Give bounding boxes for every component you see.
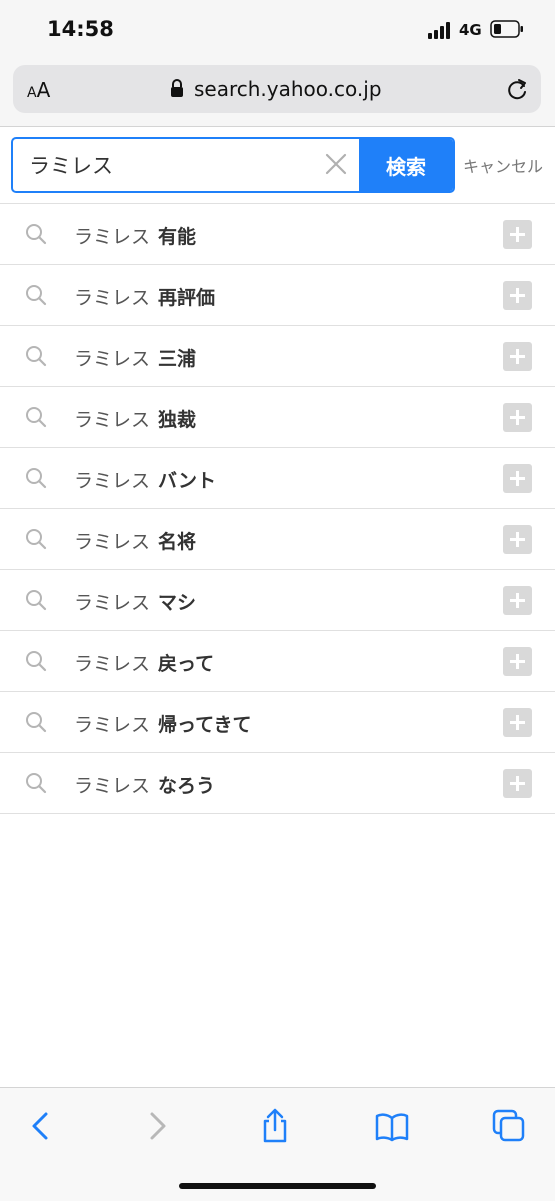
suggestion-suffix: 三浦	[158, 348, 197, 370]
suggestion-suffix: 帰ってきて	[158, 714, 252, 736]
suggestion-suffix: 再評価	[158, 287, 216, 309]
plus-icon[interactable]	[503, 647, 532, 676]
forward-icon	[150, 1112, 166, 1140]
suggestion-suffix: 名将	[158, 531, 197, 553]
suggestion-suffix: 有能	[158, 226, 197, 248]
search-icon	[26, 773, 47, 794]
status-bar: 14:58 4G	[0, 0, 555, 56]
suggestion-row[interactable]: ラミレス 名将	[0, 509, 555, 570]
battery-icon	[490, 20, 523, 38]
plus-icon[interactable]	[503, 586, 532, 615]
status-time: 14:58	[47, 17, 114, 41]
plus-icon[interactable]	[503, 464, 532, 493]
suggestion-prefix: ラミレス	[74, 226, 151, 248]
url-text[interactable]: search.yahoo.co.jp	[194, 77, 382, 101]
suggestion-row[interactable]: ラミレス 三浦	[0, 326, 555, 387]
suggestion-row[interactable]: ラミレス 有能	[0, 204, 555, 265]
share-icon[interactable]	[257, 1108, 293, 1144]
clear-icon[interactable]	[323, 151, 349, 177]
search-icon	[26, 468, 47, 489]
search-icon	[26, 285, 47, 306]
reload-icon[interactable]	[507, 77, 529, 101]
plus-icon[interactable]	[503, 769, 532, 798]
suggestion-prefix: ラミレス	[74, 775, 151, 797]
search-box: 検索	[11, 137, 455, 193]
suggestion-row[interactable]: ラミレス 独裁	[0, 387, 555, 448]
suggestion-prefix: ラミレス	[74, 348, 151, 370]
cancel-button[interactable]: キャンセル	[463, 153, 543, 177]
plus-icon[interactable]	[503, 220, 532, 249]
lock-icon	[171, 79, 183, 97]
suggestion-prefix: ラミレス	[74, 409, 151, 431]
text-size-button[interactable]: AA	[27, 78, 50, 102]
plus-icon[interactable]	[503, 708, 532, 737]
suggestion-text[interactable]: ラミレス なろう	[74, 771, 215, 798]
plus-icon[interactable]	[503, 342, 532, 371]
suggestion-text[interactable]: ラミレス 名将	[74, 527, 196, 554]
suggestion-text[interactable]: ラミレス 有能	[74, 222, 196, 249]
suggestion-text[interactable]: ラミレス 戻って	[74, 649, 214, 676]
suggestion-prefix: ラミレス	[74, 287, 151, 309]
suggestion-text[interactable]: ラミレス 三浦	[74, 344, 196, 371]
search-button[interactable]: 検索	[359, 139, 453, 191]
address-bar-area: AA search.yahoo.co.jp	[0, 56, 555, 127]
search-icon	[26, 407, 47, 428]
suggestion-prefix: ラミレス	[74, 470, 151, 492]
suggestion-suffix: バント	[158, 470, 216, 492]
suggestion-suffix: 独裁	[158, 409, 197, 431]
address-bar[interactable]: AA search.yahoo.co.jp	[13, 65, 541, 113]
network-label: 4G	[459, 21, 482, 39]
plus-icon[interactable]	[503, 403, 532, 432]
suggestion-text[interactable]: ラミレス 再評価	[74, 283, 215, 310]
suggestion-text[interactable]: ラミレス 帰ってきて	[74, 710, 252, 737]
suggestion-row[interactable]: ラミレス マシ	[0, 570, 555, 631]
suggestion-suffix: 戻って	[158, 653, 215, 675]
suggestion-row[interactable]: ラミレス 帰ってきて	[0, 692, 555, 753]
search-icon	[26, 590, 47, 611]
suggestion-list: ラミレス 有能 ラミレス 再評価 ラミレス 三浦 ラミレス 独裁 ラミレス バント ラミレス 名将 ラミ…	[0, 203, 555, 814]
suggestion-prefix: ラミレス	[74, 592, 151, 614]
home-indicator[interactable]	[179, 1183, 376, 1189]
tabs-icon[interactable]	[491, 1108, 527, 1144]
suggestion-suffix: マシ	[158, 592, 197, 614]
suggestion-text[interactable]: ラミレス 独裁	[74, 405, 196, 432]
suggestion-row[interactable]: ラミレス 戻って	[0, 631, 555, 692]
search-input[interactable]	[13, 139, 359, 191]
plus-icon[interactable]	[503, 525, 532, 554]
search-icon	[26, 712, 47, 733]
signal-icon	[428, 22, 450, 39]
suggestion-row[interactable]: ラミレス 再評価	[0, 265, 555, 326]
search-icon	[26, 529, 47, 550]
plus-icon[interactable]	[503, 281, 532, 310]
search-icon	[26, 346, 47, 367]
search-icon	[26, 224, 47, 245]
back-icon[interactable]	[23, 1108, 59, 1144]
suggestion-prefix: ラミレス	[74, 653, 151, 675]
suggestion-text[interactable]: ラミレス バント	[74, 466, 216, 493]
suggestion-prefix: ラミレス	[74, 531, 151, 553]
search-icon	[26, 651, 47, 672]
bookmarks-icon[interactable]	[374, 1108, 410, 1144]
suggestion-row[interactable]: ラミレス なろう	[0, 753, 555, 814]
suggestion-prefix: ラミレス	[74, 714, 151, 736]
suggestion-row[interactable]: ラミレス バント	[0, 448, 555, 509]
suggestion-text[interactable]: ラミレス マシ	[74, 588, 196, 615]
suggestion-suffix: なろう	[158, 775, 216, 797]
